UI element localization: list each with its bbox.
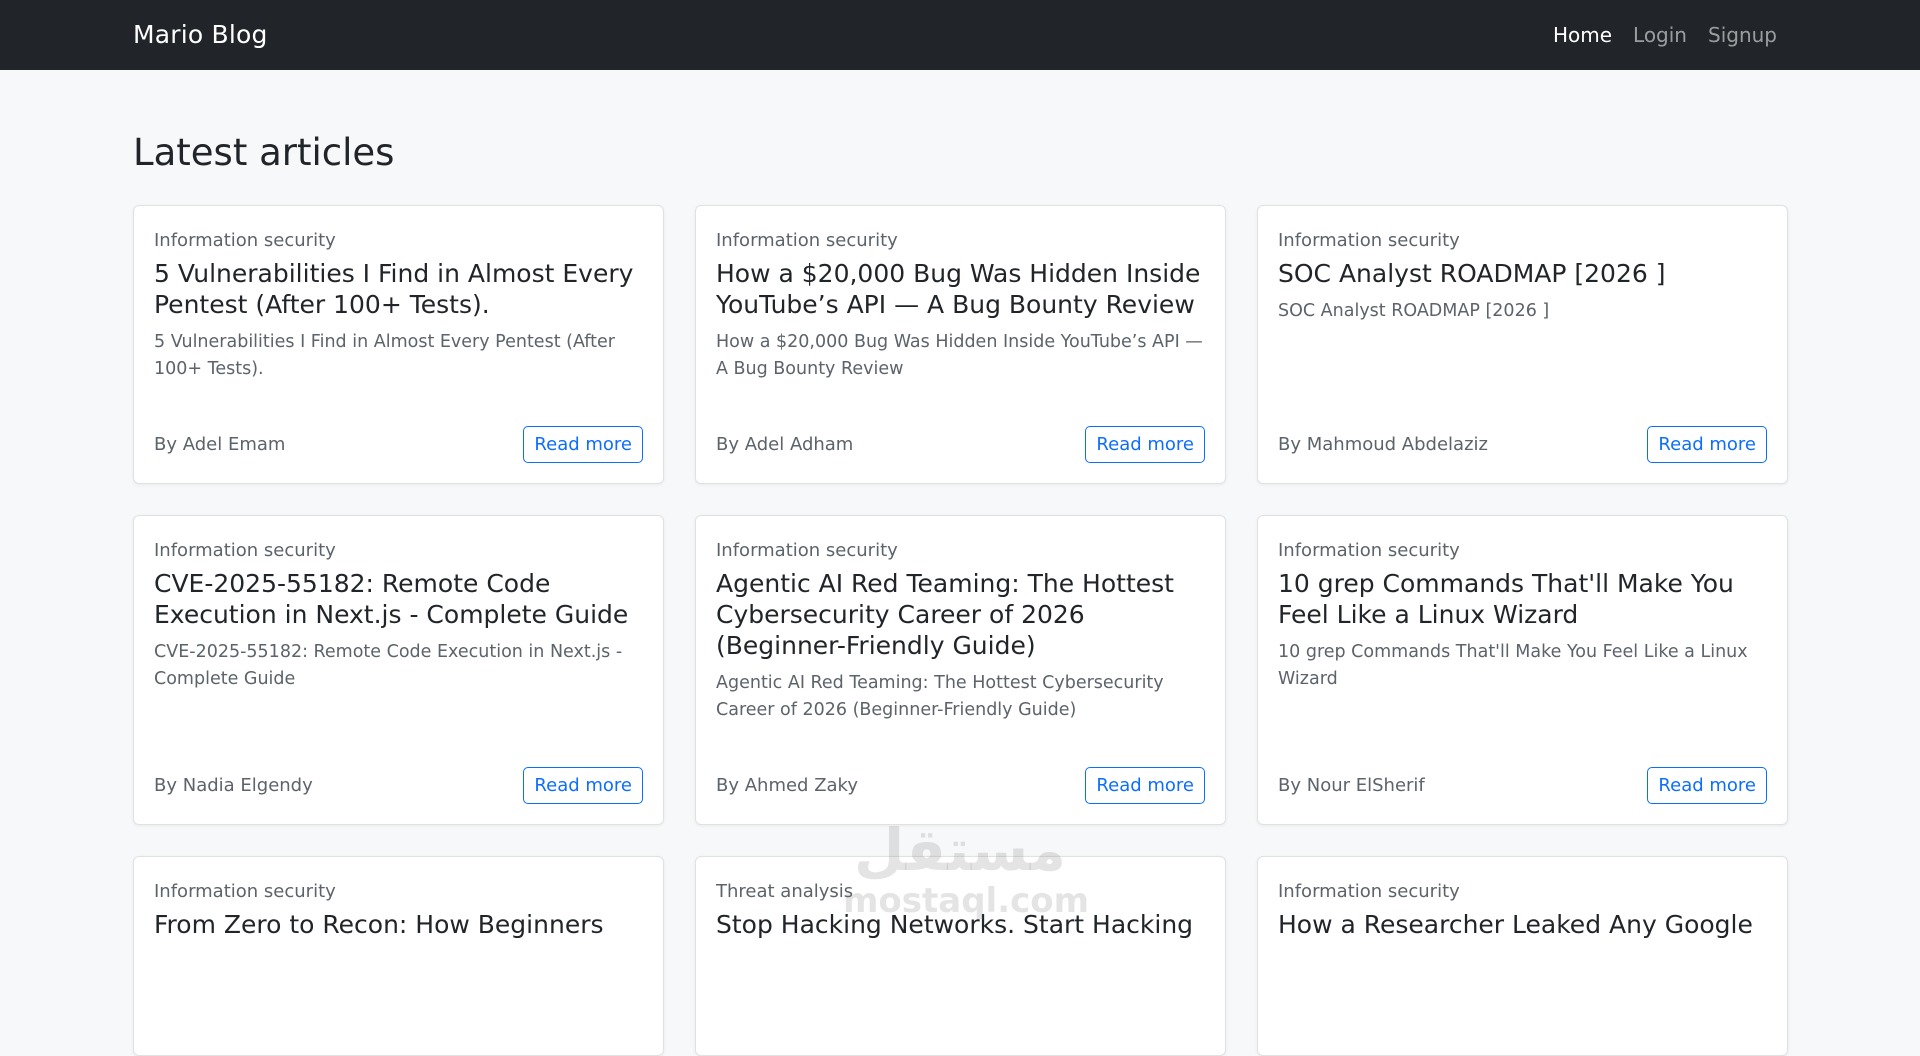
article-category: Information security: [716, 540, 898, 561]
read-more-button[interactable]: Read more: [1085, 766, 1205, 804]
article-card: Information security SOC Analyst ROADMAP…: [1257, 205, 1788, 484]
article-footer: By Nadia Elgendy Read more: [154, 766, 643, 804]
article-author: By Mahmoud Abdelaziz: [1278, 433, 1488, 455]
article-title: 5 Vulnerabilities I Find in Almost Every…: [154, 259, 634, 319]
article-author: By Ahmed Zaky: [716, 774, 858, 796]
article-card: Information security How a Researcher Le…: [1257, 856, 1788, 1056]
article-summary: 5 Vulnerabilities I Find in Almost Every…: [154, 332, 615, 379]
page-title: Latest articles: [133, 131, 395, 174]
article-author: By Nadia Elgendy: [154, 774, 313, 796]
article-summary: Agentic AI Red Teaming: The Hottest Cybe…: [716, 673, 1164, 720]
article-card: Information security From Zero to Recon:…: [133, 856, 664, 1056]
article-summary: CVE-2025-55182: Remote Code Execution in…: [154, 642, 623, 689]
article-title: How a $20,000 Bug Was Hidden Inside YouT…: [716, 259, 1201, 319]
article-title: Stop Hacking Networks. Start Hacking: [716, 910, 1194, 939]
article-category: Information security: [1278, 540, 1460, 561]
article-summary: 10 grep Commands That'll Make You Feel L…: [1278, 642, 1748, 689]
article-footer: By Mahmoud Abdelaziz Read more: [1278, 425, 1767, 463]
read-more-button[interactable]: Read more: [1647, 766, 1767, 804]
article-footer: By Adel Emam Read more: [154, 425, 643, 463]
brand-logo-link[interactable]: Mario Blog: [133, 0, 268, 70]
nav-link-login[interactable]: Login: [1633, 23, 1687, 47]
top-navbar: Mario Blog Home Login Signup: [0, 0, 1920, 70]
article-category: Information security: [154, 540, 336, 561]
article-card: Information security How a $20,000 Bug W…: [695, 205, 1226, 484]
article-title: How a Researcher Leaked Any Google: [1278, 910, 1753, 939]
read-more-button[interactable]: Read more: [523, 766, 643, 804]
article-title: SOC Analyst ROADMAP [2026 ]: [1278, 259, 1666, 288]
article-card: Information security CVE-2025-55182: Rem…: [133, 515, 664, 825]
article-card: Threat analysis Stop Hacking Networks. S…: [695, 856, 1226, 1056]
article-category: Threat analysis: [716, 881, 854, 902]
read-more-button[interactable]: Read more: [1647, 425, 1767, 463]
article-footer: By Nour ElSherif Read more: [1278, 766, 1767, 804]
article-title: CVE-2025-55182: Remote Code Execution in…: [154, 569, 629, 629]
article-category: Information security: [154, 230, 336, 251]
article-category: Information security: [1278, 881, 1460, 902]
article-card: Information security Agentic AI Red Team…: [695, 515, 1226, 825]
article-summary: SOC Analyst ROADMAP [2026 ]: [1278, 301, 1550, 321]
article-author: By Adel Emam: [154, 433, 286, 455]
article-footer: By Ahmed Zaky Read more: [716, 766, 1205, 804]
nav-link-home[interactable]: Home: [1553, 23, 1612, 47]
article-category: Information security: [1278, 230, 1460, 251]
article-category: Information security: [716, 230, 898, 251]
articles-grid: Information security 5 Vulnerabilities I…: [133, 205, 1788, 1056]
article-title: Agentic AI Red Teaming: The Hottest Cybe…: [716, 569, 1174, 660]
article-title: From Zero to Recon: How Beginners: [154, 910, 604, 939]
article-author: By Nour ElSherif: [1278, 774, 1425, 796]
nav-links: Home Login Signup: [1553, 0, 1777, 70]
article-card: Information security 5 Vulnerabilities I…: [133, 205, 664, 484]
article-summary: How a $20,000 Bug Was Hidden Inside YouT…: [716, 332, 1203, 379]
read-more-button[interactable]: Read more: [1085, 425, 1205, 463]
article-category: Information security: [154, 881, 336, 902]
article-title: 10 grep Commands That'll Make You Feel L…: [1278, 569, 1734, 629]
nav-link-signup[interactable]: Signup: [1708, 23, 1777, 47]
read-more-button[interactable]: Read more: [523, 425, 643, 463]
article-footer: By Adel Adham Read more: [716, 425, 1205, 463]
article-author: By Adel Adham: [716, 433, 854, 455]
article-card: Information security 10 grep Commands Th…: [1257, 515, 1788, 825]
